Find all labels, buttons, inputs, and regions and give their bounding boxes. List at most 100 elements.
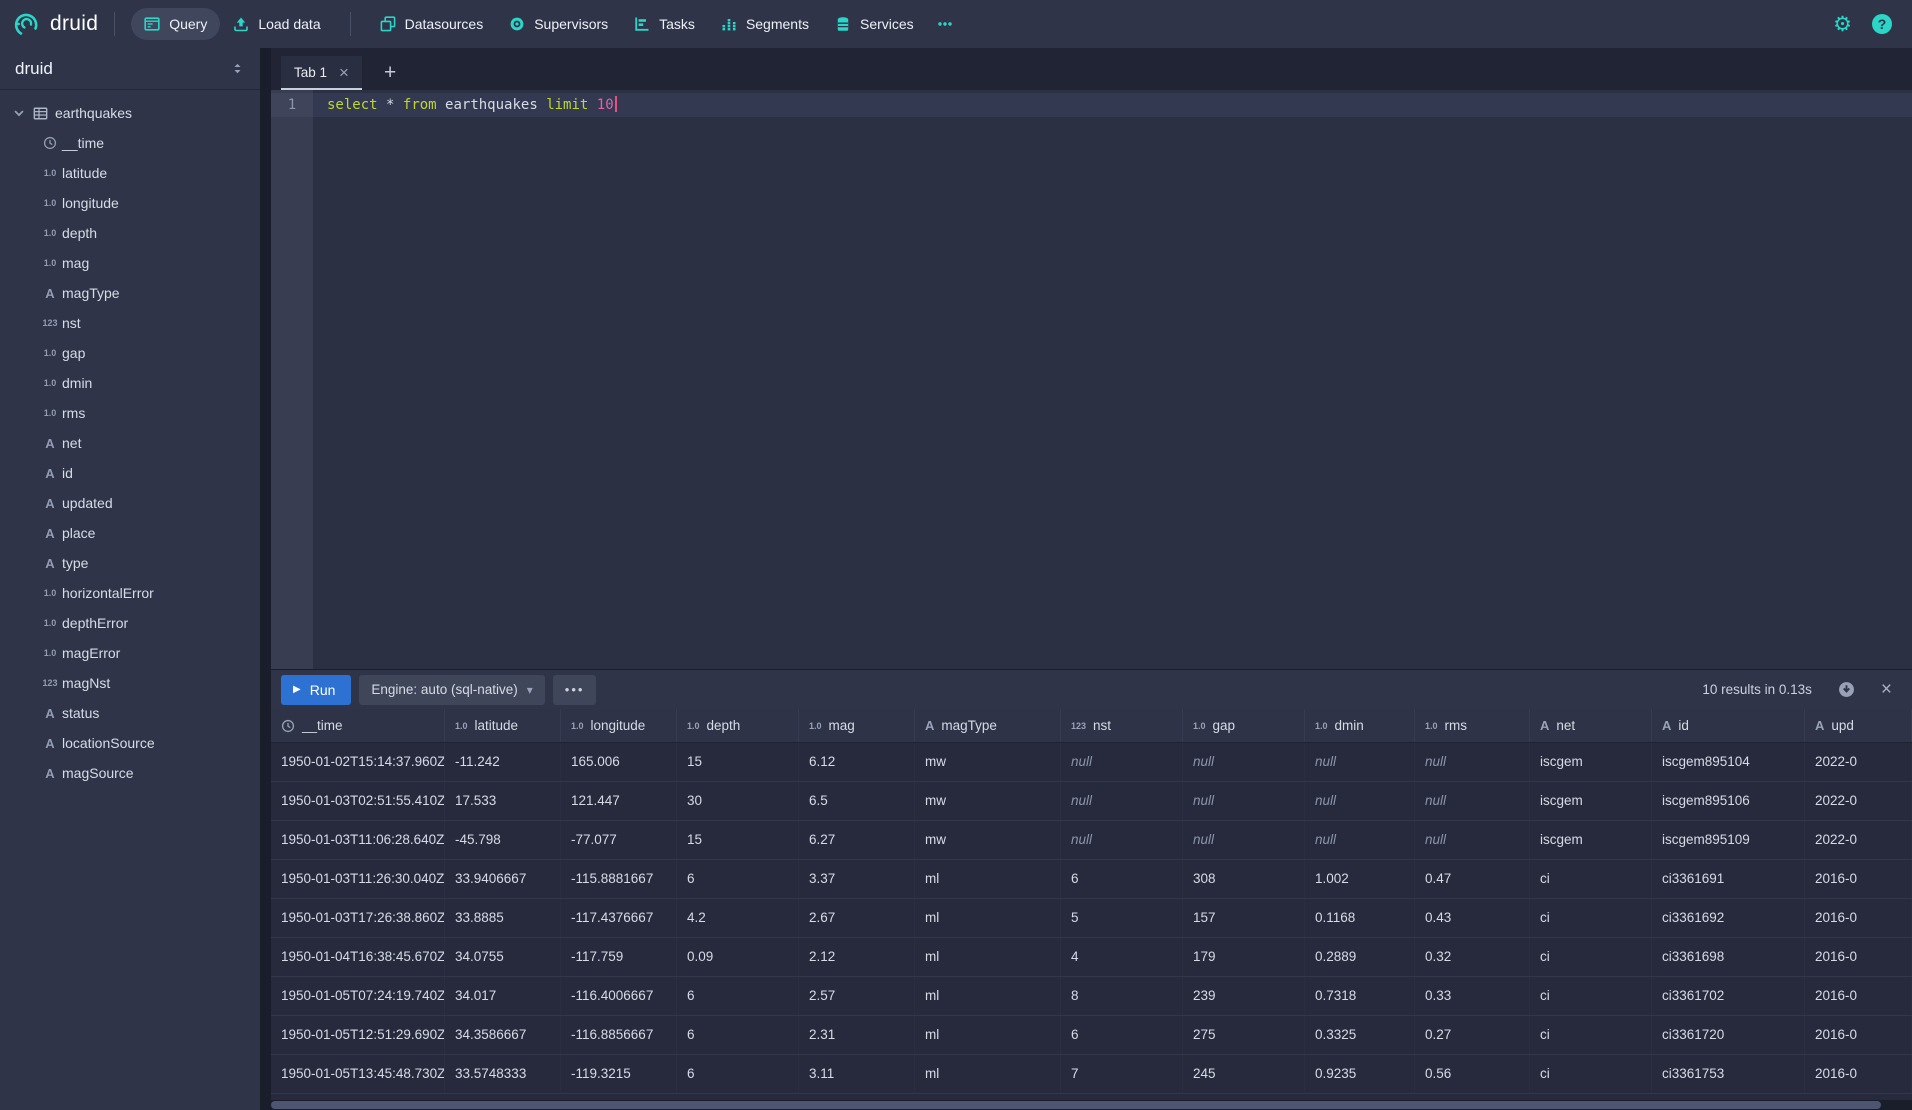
download-icon[interactable]	[1838, 681, 1855, 698]
horizontal-scrollbar[interactable]	[271, 1100, 1912, 1110]
results-header-upd[interactable]: Aupd	[1805, 709, 1912, 742]
table-cell[interactable]: 15	[677, 821, 799, 859]
sidebar-column-mag[interactable]: 1.0mag	[0, 248, 260, 278]
sidebar-column-magSource[interactable]: AmagSource	[0, 758, 260, 788]
brand[interactable]: druid	[14, 10, 98, 38]
table-cell[interactable]: 2.57	[799, 977, 915, 1015]
table-cell[interactable]: 2016-0	[1805, 860, 1912, 898]
sidebar-column-magError[interactable]: 1.0magError	[0, 638, 260, 668]
table-cell[interactable]: 0.2889	[1305, 938, 1415, 976]
table-cell[interactable]: ci	[1530, 977, 1652, 1015]
table-cell[interactable]: 2022-0	[1805, 821, 1912, 859]
table-cell[interactable]: -11.242	[445, 743, 561, 781]
nav-item-segments[interactable]: Segments	[708, 8, 822, 40]
nav-item-datasources[interactable]: Datasources	[367, 8, 497, 40]
table-cell[interactable]: 0.9235	[1305, 1055, 1415, 1093]
table-cell[interactable]: 30	[677, 782, 799, 820]
table-cell[interactable]: 6	[1061, 860, 1183, 898]
table-cell[interactable]: 157	[1183, 899, 1305, 937]
table-cell[interactable]: null	[1061, 821, 1183, 859]
results-header-gap[interactable]: 1.0gap	[1183, 709, 1305, 742]
table-cell[interactable]: 1950-01-05T07:24:19.740Z	[271, 977, 445, 1015]
table-cell[interactable]: ml	[915, 1016, 1061, 1054]
close-results-icon[interactable]: ×	[1881, 680, 1892, 699]
sidebar-column-latitude[interactable]: 1.0latitude	[0, 158, 260, 188]
sidebar-column-magType[interactable]: AmagType	[0, 278, 260, 308]
table-cell[interactable]: null	[1061, 782, 1183, 820]
results-header-rms[interactable]: 1.0rms	[1415, 709, 1530, 742]
double-caret-vertical-icon[interactable]	[230, 61, 245, 76]
help-icon[interactable]: ?	[1872, 14, 1892, 34]
table-cell[interactable]: 5	[1061, 899, 1183, 937]
table-cell[interactable]: ci	[1530, 1055, 1652, 1093]
table-cell[interactable]: null	[1061, 743, 1183, 781]
table-cell[interactable]: 6.5	[799, 782, 915, 820]
table-cell[interactable]: -117.4376667	[561, 899, 677, 937]
table-cell[interactable]: ci3361702	[1652, 977, 1805, 1015]
sidebar-column-depthError[interactable]: 1.0depthError	[0, 608, 260, 638]
sidebar-column-type[interactable]: Atype	[0, 548, 260, 578]
table-cell[interactable]: ml	[915, 977, 1061, 1015]
table-cell[interactable]: ml	[915, 899, 1061, 937]
table-cell[interactable]: 8	[1061, 977, 1183, 1015]
table-cell[interactable]: 3.11	[799, 1055, 915, 1093]
sidebar-column-status[interactable]: Astatus	[0, 698, 260, 728]
table-cell[interactable]: iscgem	[1530, 743, 1652, 781]
table-cell[interactable]: null	[1183, 821, 1305, 859]
nav-item-tasks[interactable]: Tasks	[621, 8, 708, 40]
table-cell[interactable]: 239	[1183, 977, 1305, 1015]
table-cell[interactable]: 1950-01-04T16:38:45.670Z	[271, 938, 445, 976]
sql-code-line[interactable]: select * from earthquakes limit 10	[313, 93, 617, 117]
table-cell[interactable]: null	[1183, 743, 1305, 781]
table-cell[interactable]: 1.002	[1305, 860, 1415, 898]
table-cell[interactable]: 2.12	[799, 938, 915, 976]
results-header-nst[interactable]: 123nst	[1061, 709, 1183, 742]
table-cell[interactable]: ci3361692	[1652, 899, 1805, 937]
table-cell[interactable]: 34.0755	[445, 938, 561, 976]
table-cell[interactable]: 6.27	[799, 821, 915, 859]
table-cell[interactable]: ml	[915, 938, 1061, 976]
table-cell[interactable]: 0.32	[1415, 938, 1530, 976]
sql-editor[interactable]: 1 select * from earthquakes limit 10	[271, 90, 1912, 669]
table-cell[interactable]: 6	[677, 860, 799, 898]
nav-item-supervisors[interactable]: Supervisors	[496, 8, 621, 40]
table-cell[interactable]: ci	[1530, 1016, 1652, 1054]
table-cell[interactable]: null	[1305, 821, 1415, 859]
table-cell[interactable]: 1950-01-03T17:26:38.860Z	[271, 899, 445, 937]
table-cell[interactable]: -119.3215	[561, 1055, 677, 1093]
editor-active-line[interactable]: 1 select * from earthquakes limit 10	[271, 93, 1912, 117]
table-cell[interactable]: 179	[1183, 938, 1305, 976]
table-cell[interactable]: ci3361753	[1652, 1055, 1805, 1093]
table-cell[interactable]: -116.8856667	[561, 1016, 677, 1054]
table-cell[interactable]: null	[1415, 743, 1530, 781]
results-header-mag[interactable]: 1.0mag	[799, 709, 915, 742]
sidebar-column-rms[interactable]: 1.0rms	[0, 398, 260, 428]
sidebar-column-place[interactable]: Aplace	[0, 518, 260, 548]
table-cell[interactable]: 6	[677, 977, 799, 1015]
table-cell[interactable]: iscgem	[1530, 782, 1652, 820]
table-cell[interactable]: 6.12	[799, 743, 915, 781]
sidebar-column-depth[interactable]: 1.0depth	[0, 218, 260, 248]
table-cell[interactable]: ci3361698	[1652, 938, 1805, 976]
table-cell[interactable]: ci	[1530, 860, 1652, 898]
table-cell[interactable]: 0.33	[1415, 977, 1530, 1015]
table-cell[interactable]: 17.533	[445, 782, 561, 820]
table-cell[interactable]: 0.47	[1415, 860, 1530, 898]
table-cell[interactable]: -117.759	[561, 938, 677, 976]
table-cell[interactable]: 1950-01-03T11:06:28.640Z	[271, 821, 445, 859]
table-cell[interactable]: -116.4006667	[561, 977, 677, 1015]
sidebar-column-id[interactable]: Aid	[0, 458, 260, 488]
table-cell[interactable]: 6	[677, 1016, 799, 1054]
sidebar-column-updated[interactable]: Aupdated	[0, 488, 260, 518]
table-cell[interactable]: null	[1305, 743, 1415, 781]
table-cell[interactable]: 0.27	[1415, 1016, 1530, 1054]
table-cell[interactable]: 2.31	[799, 1016, 915, 1054]
scrollbar-thumb[interactable]	[271, 1101, 1881, 1109]
table-cell[interactable]: 6	[677, 1055, 799, 1093]
table-cell[interactable]: ci3361720	[1652, 1016, 1805, 1054]
table-cell[interactable]: 0.43	[1415, 899, 1530, 937]
table-cell[interactable]: 34.017	[445, 977, 561, 1015]
table-cell[interactable]: mw	[915, 782, 1061, 820]
sidebar-column-net[interactable]: Anet	[0, 428, 260, 458]
table-cell[interactable]: 4.2	[677, 899, 799, 937]
